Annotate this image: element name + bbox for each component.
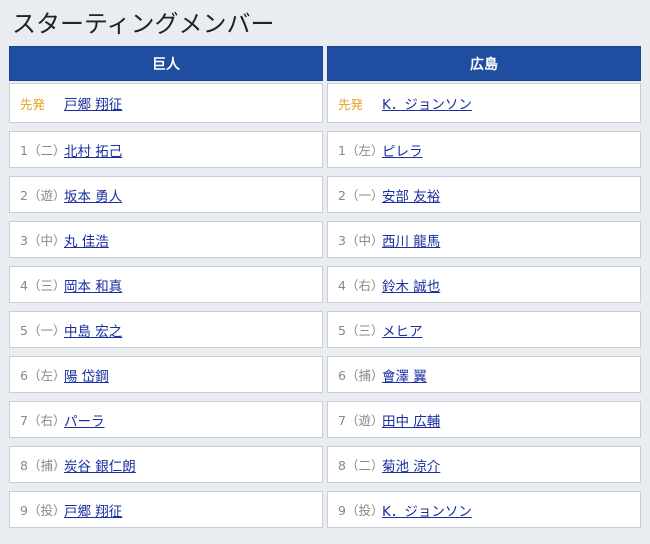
batting-position: 6（捕） [338,368,384,383]
lineup-row: 5（三） メヒア [327,311,641,348]
player-link[interactable]: 炭谷 銀仁朗 [64,455,136,475]
batting-position: 2（一） [338,188,384,203]
player-link[interactable]: 鈴木 誠也 [382,275,440,295]
lineup-row: 8（捕） 炭谷 銀仁朗 [9,446,323,483]
team-header: 巨人 [9,46,323,81]
player-link[interactable]: K．ジョンソン [382,93,472,113]
player-link[interactable]: 會澤 翼 [382,365,427,385]
batting-position: 9（投） [338,503,384,518]
lineup-row: 4（三） 岡本 和真 [9,266,323,303]
lineup-row: 9（投） 戸郷 翔征 [9,491,323,528]
batting-position: 5（三） [338,323,384,338]
player-link[interactable]: 坂本 勇人 [64,185,122,205]
team-header: 広島 [327,46,641,81]
team-column-giants: 巨人 先発 戸郷 翔征 1（二） 北村 拓己 2（遊） 坂本 勇人 3（中）丸 佳浩… [9,46,323,528]
player-link[interactable]: 安部 友裕 [382,185,440,205]
lineup-row: 1（左） ピレラ [327,131,641,168]
player-link[interactable]: ピレラ [382,140,423,160]
batting-position: 4（右） [338,278,384,293]
player-link[interactable]: 戸郷 翔征 [64,93,122,113]
player-link[interactable]: 戸郷 翔征 [64,500,122,520]
player-link[interactable]: 西川 龍馬 [382,230,440,250]
starter-label: 先発 [20,96,46,112]
batting-position: 8（捕） [20,458,66,473]
lineup-row: 1（二） 北村 拓己 [9,131,323,168]
batting-position: 9（投） [20,503,66,518]
batting-position: 8（二） [338,458,384,473]
batting-position: 4（三） [20,278,66,293]
lineup-row: 9（投） K．ジョンソン [327,491,641,528]
batting-position: 2（遊） [20,188,66,203]
player-link[interactable]: 陽 岱鋼 [64,365,109,385]
starter-label: 先発 [338,96,364,112]
lineup-row: 7（遊） 田中 広輔 [327,401,641,438]
lineup-row: 7（右） パーラ [9,401,323,438]
lineup-row: 2（一） 安部 友裕 [327,176,641,213]
player-link[interactable]: 田中 広輔 [382,410,440,430]
lineup-row: 8（二） 菊池 涼介 [327,446,641,483]
batting-position: 1（左） [338,143,384,158]
batting-position: 7（遊） [338,413,384,428]
player-link[interactable]: K．ジョンソン [382,500,472,520]
batting-position: 5（一） [20,323,66,338]
batting-position: 7（右） [20,413,66,428]
player-link[interactable]: 丸 佳浩 [64,230,109,250]
lineup-row: 6（捕） 會澤 翼 [327,356,641,393]
team-column-hiroshima: 広島 先発 K．ジョンソン 1（左） ピレラ 2（一） 安部 友裕 3（中） 西川 龍… [327,46,641,528]
player-link[interactable]: メヒア [382,320,423,340]
lineup-row: 3（中） 西川 龍馬 [327,221,641,258]
batting-position: 3（中） [20,233,66,248]
batting-position: 6（左） [20,368,66,383]
player-link[interactable]: 菊池 涼介 [382,455,440,475]
lineup-row: 3（中）丸 佳浩 [9,221,323,258]
starter-row: 先発 戸郷 翔征 [9,83,323,123]
lineup-row: 2（遊） 坂本 勇人 [9,176,323,213]
page-title: スターティングメンバー [12,10,275,38]
batting-position: 1（二） [20,143,66,158]
lineup-row: 4（右） 鈴木 誠也 [327,266,641,303]
starter-row: 先発 K．ジョンソン [327,83,641,123]
player-link[interactable]: パーラ [64,410,105,430]
player-link[interactable]: 北村 拓己 [64,140,122,160]
player-link[interactable]: 中島 宏之 [64,320,122,340]
lineup-row: 5（一） 中島 宏之 [9,311,323,348]
batting-position: 3（中） [338,233,384,248]
lineup-row: 6（左）陽 岱鋼 [9,356,323,393]
player-link[interactable]: 岡本 和真 [64,275,122,295]
